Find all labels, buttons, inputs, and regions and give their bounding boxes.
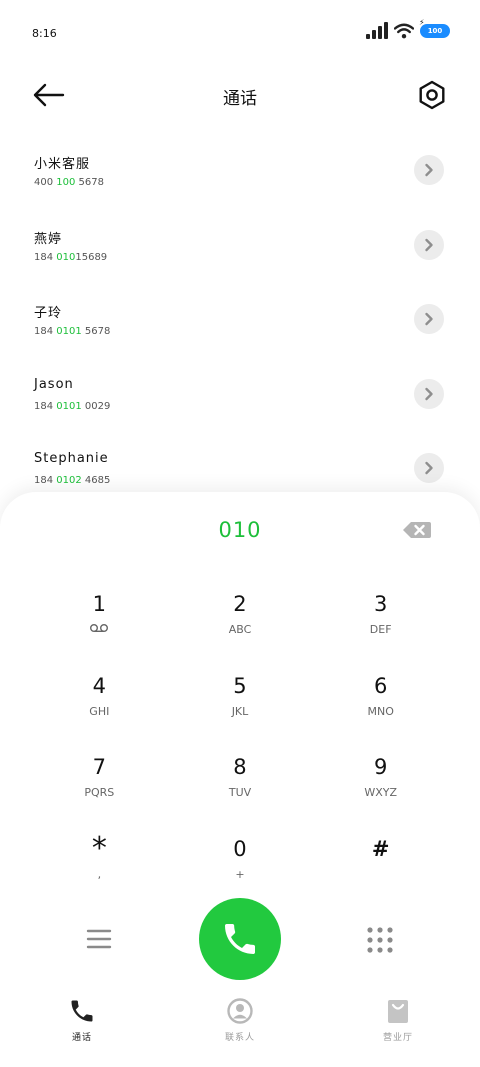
wifi-icon	[394, 23, 414, 38]
contact-number: 184 0102 4685	[34, 475, 111, 486]
key-digit: 8	[233, 755, 247, 779]
chevron-right-icon	[425, 238, 433, 251]
key-digit: 9	[373, 755, 388, 779]
charging-icon: ⚡	[419, 17, 425, 27]
bottom-tab-bar: 通话 联系人 营业厅	[0, 997, 480, 1057]
key-4[interactable]: 4 GHI	[29, 664, 170, 746]
tab-contacts[interactable]: 联系人	[190, 997, 290, 1043]
key-digit: 0	[233, 836, 247, 861]
contact-name: Jason	[34, 376, 74, 392]
key-hash[interactable]: #	[310, 827, 451, 909]
chevron-right-icon	[425, 163, 433, 177]
contact-detail-button[interactable]	[414, 229, 444, 260]
contact-list: 小米客服 400 100 5678 燕婷 184 01015689 子玲 184…	[0, 133, 480, 506]
settings-hexagon-icon	[419, 80, 445, 110]
phone-handset-icon	[225, 924, 255, 954]
hamburger-menu-icon	[86, 929, 112, 949]
key-letters: ABC	[228, 623, 252, 636]
store-bag-icon	[388, 1000, 408, 1023]
contact-detail-button[interactable]	[414, 453, 444, 483]
contacts-icon	[227, 998, 253, 1024]
contact-detail-button[interactable]	[414, 155, 444, 185]
tab-store[interactable]: 营业厅	[348, 997, 448, 1043]
keypad-grid-icon	[367, 927, 393, 953]
backspace-icon	[403, 522, 431, 538]
key-letters: DEF	[369, 623, 392, 636]
contact-number: 400 100 5678	[34, 177, 104, 188]
key-6[interactable]: 6 MNO	[310, 664, 451, 746]
key-letters: ,	[97, 867, 102, 881]
key-digit: 5	[233, 673, 247, 698]
backspace-button[interactable]	[402, 520, 432, 540]
header: 通话	[0, 70, 480, 120]
key-letters: +	[235, 867, 245, 881]
key-3[interactable]: 3 DEF	[310, 582, 451, 664]
key-2[interactable]: 2 ABC	[170, 582, 311, 664]
dialpad-toggle-button[interactable]	[366, 926, 394, 954]
signal-icon	[366, 22, 388, 39]
key-1[interactable]: 1	[29, 582, 170, 664]
contact-name: Stephanie	[34, 451, 109, 466]
key-8[interactable]: 8 TUV	[170, 745, 311, 827]
status-time: 8:16	[32, 27, 57, 40]
key-digit: 4	[92, 673, 107, 698]
tab-label: 联系人	[224, 1033, 255, 1043]
battery-icon: ⚡ 100	[419, 18, 450, 38]
key-digit: #	[371, 836, 390, 861]
key-letters: TUV	[228, 786, 252, 799]
contact-row[interactable]: Jason 184 0101 0029	[0, 357, 480, 432]
status-icons: ⚡ 100	[366, 18, 450, 39]
chevron-right-icon	[425, 312, 433, 326]
tab-label: 营业厅	[382, 1033, 413, 1043]
chevron-right-icon	[425, 461, 433, 475]
key-5[interactable]: 5 JKL	[170, 664, 311, 746]
contact-detail-button[interactable]	[414, 304, 444, 334]
tab-label: 通话	[71, 1033, 92, 1043]
tab-calls[interactable]: 通话	[32, 997, 132, 1043]
contact-name: 燕婷	[34, 231, 63, 247]
key-letters: MNO	[367, 704, 394, 718]
settings-button[interactable]	[416, 79, 448, 111]
key-star[interactable]: * ,	[29, 827, 170, 909]
chevron-right-icon	[425, 387, 433, 400]
key-letters: WXYZ	[364, 786, 397, 799]
contact-row[interactable]: 燕婷 184 01015689	[0, 208, 480, 283]
key-digit: 1	[92, 592, 107, 616]
key-digit: *	[91, 830, 107, 866]
key-letters: JKL	[231, 704, 249, 718]
contact-name: 小米客服	[34, 157, 91, 172]
contact-detail-button[interactable]	[414, 378, 444, 409]
contact-name: 子玲	[34, 306, 63, 321]
key-0[interactable]: 0 +	[170, 827, 311, 909]
call-button[interactable]	[199, 898, 281, 980]
key-9[interactable]: 9 WXYZ	[310, 745, 451, 827]
page-title: 通话	[223, 89, 257, 109]
contact-row[interactable]: 子玲 184 0101 5678	[0, 282, 480, 357]
battery-level: 100	[427, 26, 443, 35]
contact-row[interactable]: 小米客服 400 100 5678	[0, 133, 480, 208]
key-digit: 2	[233, 592, 247, 616]
contact-number: 184 01015689	[34, 251, 108, 263]
key-digit: 7	[92, 755, 107, 779]
contact-number: 184 0101 5678	[34, 326, 111, 337]
contact-number: 184 0101 0029	[34, 400, 111, 412]
status-bar: 8:16 ⚡ 100	[0, 0, 480, 60]
phone-icon	[71, 1000, 93, 1022]
menu-button[interactable]	[86, 928, 112, 950]
dial-action-row	[0, 898, 480, 980]
key-7[interactable]: 7 PQRS	[29, 745, 170, 827]
keypad: 1 2 ABC 3 DEF 4 GHI 5 JKL 6 MNO 7 PQRS 8…	[29, 582, 451, 908]
key-letters: PQRS	[84, 786, 115, 799]
key-digit: 6	[373, 673, 388, 698]
voicemail-icon	[89, 623, 109, 637]
dialpad-panel: 010 1 2 ABC 3 DEF 4 GHI 5 JKL 6 MNO 7 PQ…	[0, 492, 480, 1067]
key-letters: GHI	[89, 704, 110, 718]
key-digit: 3	[373, 592, 388, 616]
